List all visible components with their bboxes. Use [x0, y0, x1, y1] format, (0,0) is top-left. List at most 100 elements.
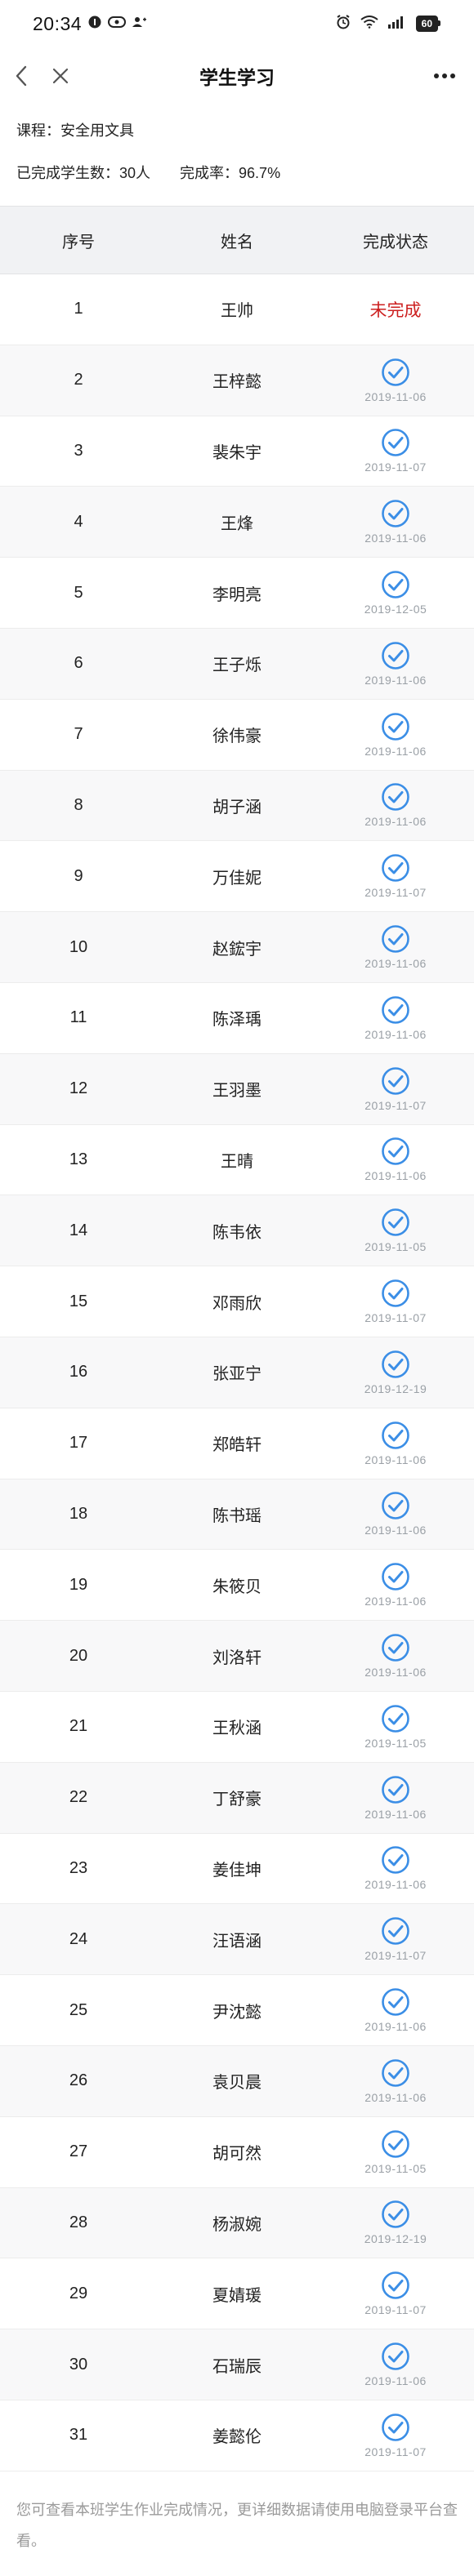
- row-number: 11: [69, 1008, 87, 1027]
- student-name: 王羽墨: [212, 1082, 262, 1101]
- student-name: 王秋涵: [212, 1720, 262, 1738]
- row-number: 24: [69, 1929, 88, 1948]
- close-icon[interactable]: [46, 61, 75, 91]
- check-circle-icon: [381, 1845, 410, 1875]
- table-row[interactable]: 26 袁贝晨 2019-11-06: [0, 2045, 474, 2117]
- completion-status: 2019-11-06: [317, 1421, 474, 1466]
- check-circle-icon: [381, 924, 410, 954]
- check-circle-icon: [381, 2129, 410, 2159]
- table-row[interactable]: 7 徐伟豪 2019-11-06: [0, 700, 474, 771]
- student-name: 裴朱宇: [212, 443, 262, 462]
- row-number: 19: [69, 1575, 88, 1594]
- check-circle-icon: [381, 499, 410, 528]
- row-number: 22: [69, 1788, 88, 1807]
- course-line: 课程：安全用文具: [16, 109, 458, 152]
- table-row[interactable]: 31 姜懿伦 2019-11-07: [0, 2400, 474, 2471]
- table-row[interactable]: 1 王帅 未完成: [0, 274, 474, 345]
- table-row[interactable]: 4 王烽 2019-11-06: [0, 487, 474, 558]
- completion-status: 2019-12-05: [317, 570, 474, 616]
- table-row[interactable]: 29 夏婧瑗 2019-11-07: [0, 2258, 474, 2330]
- student-name: 陈书瑶: [212, 1506, 262, 1525]
- check-circle-icon: [381, 712, 410, 741]
- table-row[interactable]: 16 张亚宁 2019-12-19: [0, 1337, 474, 1408]
- table-row[interactable]: 8 胡子涵 2019-11-06: [0, 770, 474, 842]
- row-number: 25: [69, 2000, 88, 2019]
- table-row[interactable]: 10 赵鋐宇 2019-11-06: [0, 912, 474, 983]
- table-row[interactable]: 5 李明亮 2019-12-05: [0, 558, 474, 629]
- completion-date: 2019-11-07: [364, 460, 427, 474]
- completion-date: 2019-11-06: [364, 532, 427, 545]
- table-row[interactable]: 6 王子烁 2019-11-06: [0, 628, 474, 700]
- completion-date: 2019-12-19: [364, 2232, 427, 2246]
- completion-status: 2019-11-06: [317, 712, 474, 758]
- row-number: 17: [69, 1434, 88, 1453]
- check-circle-icon: [381, 1491, 410, 1520]
- table-row[interactable]: 2 王梓懿 2019-11-06: [0, 345, 474, 416]
- completion-status: 2019-11-06: [317, 1845, 474, 1891]
- completion-date: 2019-11-06: [364, 673, 427, 687]
- table-row[interactable]: 12 王羽墨 2019-11-07: [0, 1053, 474, 1125]
- row-number: 27: [69, 2142, 88, 2161]
- battery-icon: 60: [415, 16, 441, 32]
- completion-date: 2019-11-07: [364, 886, 427, 900]
- check-circle-icon: [381, 2342, 410, 2371]
- completion-date: 2019-11-06: [364, 2020, 427, 2034]
- row-number: 13: [69, 1150, 88, 1168]
- table-row[interactable]: 19 朱筱贝 2019-11-06: [0, 1550, 474, 1622]
- completion-status: 2019-11-06: [317, 1987, 474, 2033]
- row-number: 20: [69, 1646, 88, 1665]
- check-circle-icon: [381, 570, 410, 599]
- check-circle-icon: [381, 2200, 410, 2229]
- completed-value: 30人: [119, 165, 151, 181]
- student-name: 王晴: [221, 1152, 253, 1171]
- table-row[interactable]: 9 万佳妮 2019-11-07: [0, 841, 474, 913]
- completion-date: 2019-11-06: [364, 2374, 427, 2387]
- table-row[interactable]: 25 尹沈懿 2019-11-06: [0, 1975, 474, 2046]
- more-icon[interactable]: [428, 61, 461, 91]
- table-row[interactable]: 28 杨淑婉 2019-12-19: [0, 2187, 474, 2259]
- back-arrow-icon[interactable]: [7, 61, 36, 91]
- rate-label: 完成率：: [180, 165, 239, 181]
- completion-date: 2019-11-06: [364, 1169, 427, 1183]
- footer-note: 您可查看本班学生作业完成情况，更详细数据请使用电脑登录平台查看。: [16, 2501, 458, 2549]
- completion-date: 2019-12-19: [364, 1381, 427, 1395]
- completion-date: 2019-11-06: [364, 2090, 427, 2104]
- table-row[interactable]: 13 王晴 2019-11-06: [0, 1125, 474, 1196]
- table-row[interactable]: 17 郑皓轩 2019-11-06: [0, 1408, 474, 1479]
- status-bar: 20:34 60: [0, 0, 474, 47]
- completion-date: 2019-11-05: [364, 1736, 427, 1750]
- table-row[interactable]: 15 邓雨欣 2019-11-07: [0, 1266, 474, 1337]
- completion-status: 2019-11-05: [317, 1704, 474, 1750]
- completion-date: 2019-11-06: [364, 389, 427, 403]
- table-row[interactable]: 30 石瑞辰 2019-11-06: [0, 2329, 474, 2400]
- table-row[interactable]: 27 胡可然 2019-11-05: [0, 2117, 474, 2188]
- course-info: 课程：安全用文具 已完成学生数：30人 完成率：96.7%: [0, 105, 474, 194]
- completion-date: 2019-11-07: [364, 1949, 427, 1963]
- completion-status: 2019-11-06: [317, 1775, 474, 1821]
- completion-status: 2019-11-07: [317, 853, 474, 899]
- table-row[interactable]: 14 陈韦依 2019-11-05: [0, 1195, 474, 1267]
- table-row[interactable]: 18 陈书瑶 2019-11-06: [0, 1479, 474, 1550]
- table-body: 1 王帅 未完成 2 王梓懿 2019-11-06 3 裴朱宇 2019-11-07 4 王烽 201…: [0, 274, 474, 2471]
- student-name: 万佳妮: [212, 869, 262, 888]
- table-row[interactable]: 3 裴朱宇 2019-11-07: [0, 416, 474, 487]
- table-row[interactable]: 21 王秋涵 2019-11-05: [0, 1692, 474, 1763]
- check-circle-icon: [381, 1279, 410, 1308]
- completion-date: 2019-11-07: [364, 1311, 427, 1325]
- table-row[interactable]: 11 陈泽瑀 2019-11-06: [0, 983, 474, 1054]
- row-number: 10: [69, 937, 88, 956]
- completion-date: 2019-11-06: [364, 1666, 427, 1680]
- table-row[interactable]: 22 丁舒豪 2019-11-06: [0, 1762, 474, 1834]
- check-circle-icon: [381, 1137, 410, 1166]
- student-name: 李明亮: [212, 585, 262, 604]
- student-name: 陈泽瑀: [212, 1011, 262, 1030]
- table-row[interactable]: 24 汪语涵 2019-11-07: [0, 1904, 474, 1976]
- student-name: 王烽: [221, 514, 253, 533]
- student-name: 尹沈懿: [212, 2003, 262, 2022]
- table-row[interactable]: 23 姜佳坤 2019-11-06: [0, 1834, 474, 1905]
- row-number: 21: [69, 1717, 88, 1736]
- completion-status: 2019-11-07: [317, 428, 474, 474]
- table-row[interactable]: 20 刘洛轩 2019-11-06: [0, 1621, 474, 1692]
- row-number: 18: [69, 1504, 88, 1523]
- completion-status: 2019-11-06: [317, 358, 474, 403]
